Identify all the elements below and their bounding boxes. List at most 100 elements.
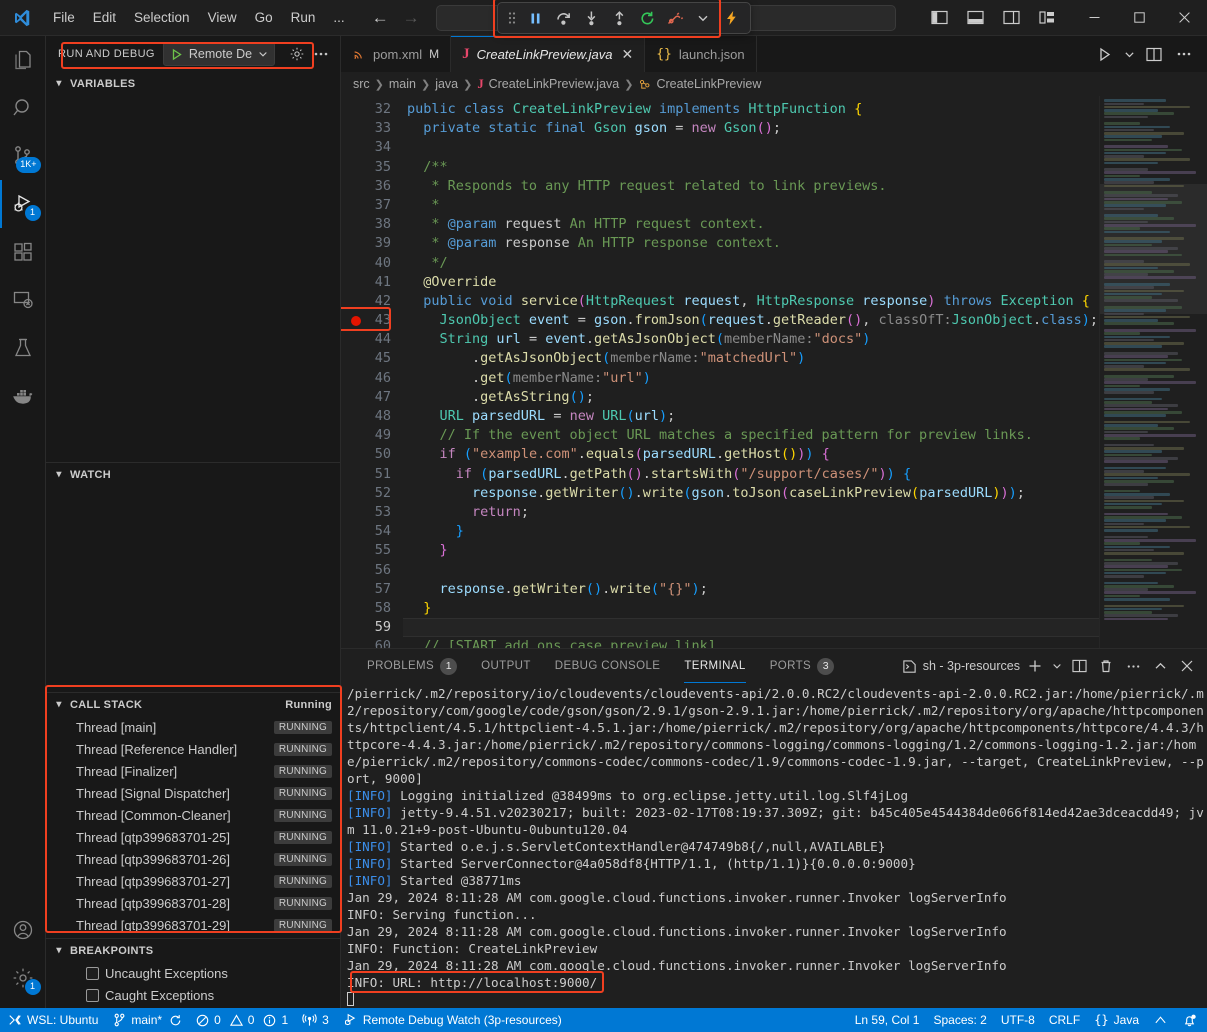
line-number[interactable]: 50: [341, 445, 403, 464]
disconnect-button[interactable]: [662, 5, 688, 31]
breadcrumb-src[interactable]: src: [353, 77, 370, 91]
code-line[interactable]: if ("example.com".equals(parsedURL.getHo…: [403, 445, 1099, 464]
status-language-mode[interactable]: {} Java: [1087, 1008, 1146, 1032]
thread-row[interactable]: Thread [Signal Dispatcher]RUNNING: [46, 782, 340, 804]
editor-tab-launch-json[interactable]: {} launch.json: [645, 36, 756, 72]
code-line[interactable]: }: [403, 541, 1099, 560]
code-line[interactable]: * Responds to any HTTP request related t…: [403, 177, 1099, 196]
code-content[interactable]: public class CreateLinkPreview implement…: [403, 96, 1099, 648]
line-number[interactable]: 39: [341, 234, 403, 253]
menu-view[interactable]: View: [199, 6, 246, 29]
launch-config-dropdown[interactable]: Remote De: [163, 42, 275, 66]
status-notifications[interactable]: [1175, 1008, 1207, 1032]
menu-more[interactable]: ...: [324, 6, 353, 29]
run-dropdown-button[interactable]: [1121, 41, 1137, 67]
editor-tab-bar[interactable]: pom.xml M J CreateLinkPreview.java ✕ {} …: [341, 36, 1207, 72]
panel-more-actions-button[interactable]: [1121, 654, 1145, 678]
line-number[interactable]: 59: [341, 618, 403, 637]
active-terminal-name[interactable]: sh - 3p-resources: [902, 659, 1020, 674]
editor-more-actions-button[interactable]: [1171, 41, 1197, 67]
editor-tab-createlinkpreview-java[interactable]: J CreateLinkPreview.java ✕: [451, 36, 645, 72]
breakpoint-checkbox[interactable]: [86, 989, 99, 1002]
activitybar-item-accounts[interactable]: [0, 906, 46, 954]
line-number[interactable]: 33: [341, 119, 403, 138]
activitybar-item-explorer[interactable]: [0, 36, 46, 84]
new-terminal-button[interactable]: [1023, 654, 1047, 678]
activitybar-item-source-control[interactable]: 1K+: [0, 132, 46, 180]
panel-tab-terminal[interactable]: TERMINAL: [672, 649, 757, 683]
code-line[interactable]: String url = event.getAsJsonObject(membe…: [403, 330, 1099, 349]
line-number[interactable]: 44: [341, 330, 403, 349]
split-editor-button[interactable]: [1141, 41, 1167, 67]
close-panel-button[interactable]: [1175, 654, 1199, 678]
line-number[interactable]: 37: [341, 196, 403, 215]
line-number[interactable]: 32: [341, 100, 403, 119]
status-indentation[interactable]: Spaces: 2: [926, 1008, 993, 1032]
panel-tab-ports[interactable]: PORTS 3: [758, 649, 846, 683]
toggle-secondary-sidebar-button[interactable]: [996, 3, 1026, 33]
code-line[interactable]: public class CreateLinkPreview implement…: [403, 100, 1099, 119]
code-line[interactable]: */: [403, 254, 1099, 273]
watch-section-header[interactable]: ▾ WATCH: [46, 463, 340, 486]
thread-row[interactable]: Thread [qtp399683701-25]RUNNING: [46, 826, 340, 848]
toggle-panel-button[interactable]: [960, 3, 990, 33]
step-out-button[interactable]: [606, 5, 632, 31]
split-terminal-button[interactable]: [1067, 654, 1091, 678]
variables-section-header[interactable]: ▾ VARIABLES: [46, 72, 340, 95]
line-number[interactable]: 57: [341, 580, 403, 599]
status-remote-indicator[interactable]: WSL: Ubuntu: [0, 1008, 106, 1032]
code-line[interactable]: response.getWriter().write(gson.toJson(c…: [403, 484, 1099, 503]
line-number[interactable]: 45: [341, 349, 403, 368]
thread-row[interactable]: Thread [qtp399683701-29]RUNNING: [46, 914, 340, 936]
breakpoints-section-header[interactable]: ▾ BREAKPOINTS: [46, 939, 340, 962]
thread-row[interactable]: Thread [qtp399683701-28]RUNNING: [46, 892, 340, 914]
lightning-icon[interactable]: [718, 5, 744, 31]
code-line[interactable]: [403, 618, 1099, 637]
breadcrumb-java[interactable]: java: [435, 77, 458, 91]
code-line[interactable]: // If the event object URL matches a spe…: [403, 426, 1099, 445]
breakpoint-list[interactable]: Uncaught ExceptionsCaught ExceptionsCrea…: [46, 962, 340, 1008]
menu-file[interactable]: File: [44, 6, 84, 29]
line-number[interactable]: 55: [341, 541, 403, 560]
breadcrumb[interactable]: src ❯ main ❯ java ❯ J CreateLinkPreview.…: [341, 72, 1207, 96]
line-number[interactable]: 56: [341, 561, 403, 580]
thread-list[interactable]: Thread [main]RUNNINGThread [Reference Ha…: [46, 716, 340, 936]
line-number[interactable]: 51: [341, 465, 403, 484]
activitybar-item-extensions[interactable]: [0, 228, 46, 276]
menu-edit[interactable]: Edit: [84, 6, 125, 29]
thread-row[interactable]: Thread [qtp399683701-27]RUNNING: [46, 870, 340, 892]
line-number[interactable]: 42: [341, 292, 403, 311]
minimap[interactable]: [1099, 96, 1207, 648]
terminal-output[interactable]: /pierrick/.m2/repository/io/cloudevents/…: [341, 683, 1207, 1008]
line-number[interactable]: 48: [341, 407, 403, 426]
code-line[interactable]: private static final Gson gson = new Gso…: [403, 119, 1099, 138]
code-line[interactable]: * @param response An HTTP response conte…: [403, 234, 1099, 253]
line-number[interactable]: 35: [341, 158, 403, 177]
line-number[interactable]: 38: [341, 215, 403, 234]
status-feedback[interactable]: [1146, 1008, 1175, 1032]
code-line[interactable]: .getAsJsonObject(memberName:"matchedUrl"…: [403, 349, 1099, 368]
thread-row[interactable]: Thread [Reference Handler]RUNNING: [46, 738, 340, 760]
close-button[interactable]: [1162, 0, 1207, 36]
activitybar-item-manage[interactable]: 1: [0, 954, 46, 1002]
code-line[interactable]: response.getWriter().write("{}");: [403, 580, 1099, 599]
terminal-dropdown-button[interactable]: [1050, 654, 1064, 678]
minimize-button[interactable]: [1072, 0, 1117, 36]
line-number[interactable]: 54: [341, 522, 403, 541]
code-line[interactable]: URL parsedURL = new URL(url);: [403, 407, 1099, 426]
code-line[interactable]: }: [403, 522, 1099, 541]
line-number[interactable]: 49: [341, 426, 403, 445]
line-number-gutter[interactable]: 3233343536373839404142434445464748495051…: [341, 96, 403, 648]
thread-row[interactable]: Thread [main]RUNNING: [46, 716, 340, 738]
code-line[interactable]: [403, 561, 1099, 580]
status-debug-session[interactable]: Remote Debug Watch (3p-resources): [336, 1008, 569, 1032]
line-number[interactable]: 52: [341, 484, 403, 503]
breadcrumb-symbol[interactable]: CreateLinkPreview: [656, 77, 761, 91]
thread-row[interactable]: Thread [qtp399683701-26]RUNNING: [46, 848, 340, 870]
code-line[interactable]: .getAsString();: [403, 388, 1099, 407]
code-line[interactable]: @Override: [403, 273, 1099, 292]
line-number[interactable]: 58: [341, 599, 403, 618]
editor-tab-pom-xml[interactable]: pom.xml M: [341, 36, 451, 72]
drag-handle-icon[interactable]: [504, 11, 520, 25]
panel-tab-problems[interactable]: PROBLEMS 1: [355, 649, 469, 683]
